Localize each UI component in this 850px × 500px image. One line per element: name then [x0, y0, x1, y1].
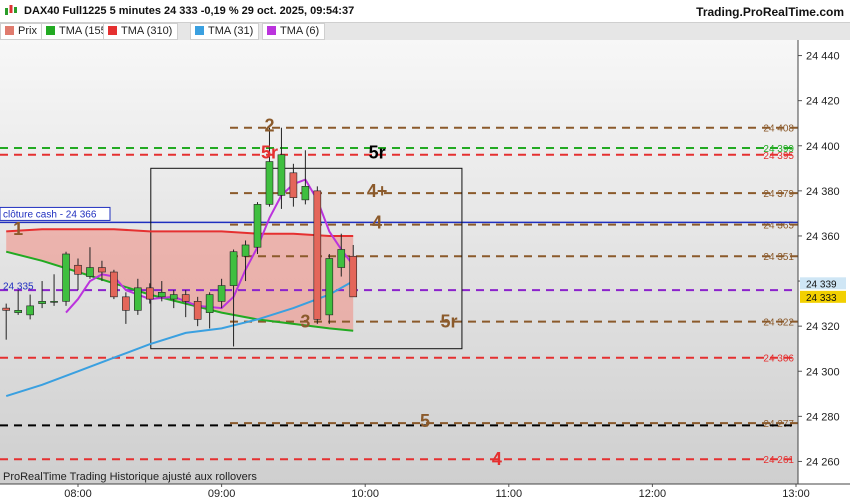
- candle-body: [349, 255, 358, 298]
- level-label: 24 408: [763, 124, 794, 135]
- legend-swatch: [5, 26, 14, 35]
- legend-swatch: [46, 26, 55, 35]
- candle-body: [253, 204, 262, 248]
- legend-item-tma-6[interactable]: TMA (6): [262, 23, 326, 40]
- price-badge-label: 24 339: [806, 279, 837, 290]
- x-tick-label: 08:00: [64, 488, 92, 500]
- y-tick-label: 24 280: [806, 411, 840, 423]
- candle-body: [50, 301, 58, 303]
- legend-swatch: [267, 26, 276, 35]
- candle-body: [169, 294, 178, 300]
- candle-body: [110, 271, 118, 298]
- level-label: 24 306: [763, 354, 794, 365]
- wave-label: 5r: [369, 143, 386, 163]
- brand-label: Trading.ProRealTime.com: [696, 5, 844, 19]
- wave-label: 5r: [261, 143, 278, 163]
- candle-body: [74, 264, 82, 275]
- candle-body: [205, 294, 214, 313]
- indicator-legend: Prix TMA (155) TMA (310) TMA (31) TMA (6…: [0, 22, 850, 40]
- legend-swatch: [195, 26, 204, 35]
- legend-item-tma-31[interactable]: TMA (31): [190, 23, 260, 40]
- y-tick-label: 24 420: [806, 96, 840, 108]
- candle-body: [289, 172, 298, 198]
- legend-swatch: [108, 26, 117, 35]
- candle-body: [313, 190, 322, 320]
- candle-body: [14, 310, 22, 313]
- level-label: 24 351: [763, 252, 794, 263]
- candle-body: [62, 253, 70, 302]
- wave-label: 5: [420, 411, 430, 431]
- y-tick-label: 24 320: [806, 321, 840, 333]
- candle-body: [301, 186, 310, 201]
- x-tick-label: 13:00: [782, 488, 810, 500]
- x-tick-label: 11:00: [495, 488, 522, 500]
- chart-window: { "header": { "title": "DAX40 Full1225 5…: [0, 0, 850, 500]
- chart-type-icon[interactable]: [4, 4, 18, 17]
- legend-item-prix[interactable]: Prix: [0, 23, 43, 40]
- legend-item-tma-310[interactable]: TMA (310): [103, 23, 179, 40]
- candle-body: [241, 244, 250, 257]
- candle-body: [157, 292, 166, 298]
- y-tick-label: 24 300: [806, 366, 840, 378]
- level-label: 24 322: [763, 318, 794, 329]
- y-tick-label: 24 360: [806, 231, 840, 243]
- level-label: 24 395: [763, 151, 794, 162]
- price-badge-label: 24 333: [806, 293, 837, 304]
- candle-body: [325, 258, 334, 316]
- y-tick-label: 24 380: [806, 186, 840, 198]
- time-axis: [0, 484, 850, 500]
- candle-body: [181, 294, 190, 302]
- candle-body: [26, 305, 34, 316]
- candle-body: [122, 296, 130, 311]
- candle-body: [146, 287, 154, 300]
- candle-body: [265, 161, 274, 205]
- wave-label: 4: [492, 449, 502, 469]
- candle-body: [337, 249, 346, 268]
- y-tick-label: 24 260: [806, 456, 840, 468]
- candle-body: [2, 307, 11, 311]
- price-chart: 24 26024 28024 30024 32024 34024 36024 3…: [0, 40, 850, 500]
- y-tick-label: 24 400: [806, 141, 840, 153]
- level-label: 24 379: [763, 189, 794, 200]
- wave-label: 4+: [367, 181, 388, 201]
- x-tick-label: 10:00: [351, 488, 379, 500]
- level-label: 24 261: [763, 455, 794, 466]
- candle-body: [38, 301, 46, 304]
- candle-body: [217, 285, 226, 302]
- candle-body: [98, 267, 106, 273]
- candle-body: [277, 154, 286, 196]
- candle-body: [193, 301, 202, 320]
- wave-label: 5r: [440, 312, 457, 332]
- wave-label: 4: [372, 212, 382, 232]
- chart-title: DAX40 Full1225 5 minutes 24 333 -0,19 % …: [24, 5, 355, 17]
- y-tick-label: 24 440: [806, 51, 840, 63]
- x-tick-label: 09:00: [208, 488, 236, 500]
- header-bar: DAX40 Full1225 5 minutes 24 333 -0,19 % …: [0, 0, 850, 23]
- footer-note: ProRealTime Trading Historique ajusté au…: [3, 471, 257, 483]
- candle-body: [229, 251, 238, 286]
- wave-label: 3: [300, 312, 310, 332]
- wave-label: 1: [13, 219, 23, 239]
- wave-label: 2: [264, 115, 274, 135]
- candle-body: [134, 287, 142, 311]
- candle-body: [86, 267, 94, 277]
- x-tick-label: 12:00: [639, 488, 667, 500]
